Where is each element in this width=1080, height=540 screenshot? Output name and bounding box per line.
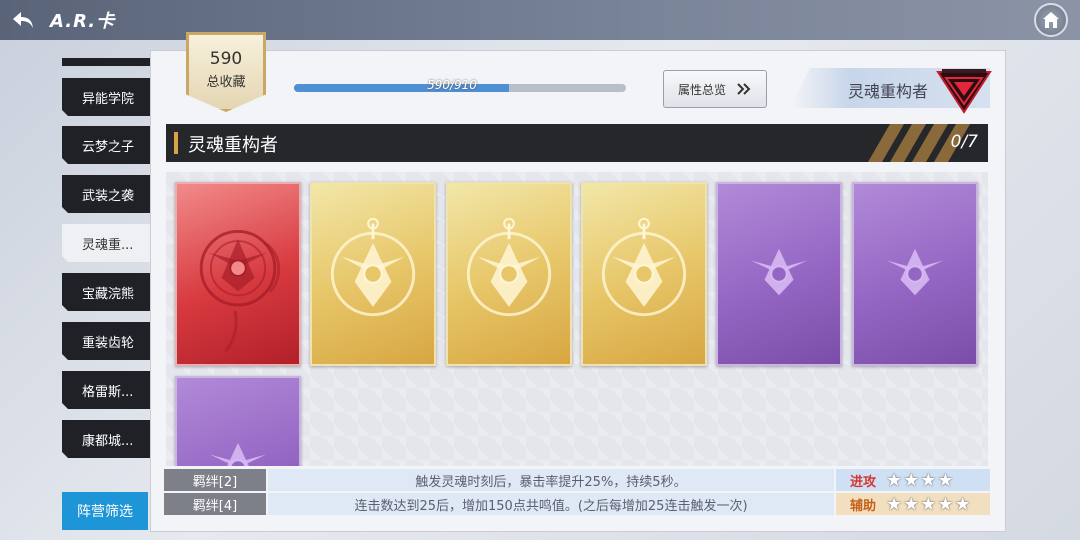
back-button[interactable] bbox=[8, 6, 38, 34]
collection-count: 590 bbox=[209, 49, 243, 69]
card-clip bbox=[166, 370, 316, 466]
card-slot-2[interactable] bbox=[310, 182, 436, 366]
top-bar: A.R.卡 bbox=[0, 0, 1080, 40]
attribute-overview-button[interactable]: 属性总览 bbox=[663, 70, 767, 108]
sidebar-item-armed[interactable]: 武装之袭 bbox=[62, 175, 150, 213]
soul-emblem-icon bbox=[601, 217, 687, 317]
home-button[interactable] bbox=[1034, 3, 1068, 37]
overview-label: 属性总览 bbox=[677, 82, 726, 97]
sidebar-item-treasure-raccoon[interactable]: 宝藏浣熊 bbox=[62, 273, 150, 311]
sidebar-item-label: 康都城... bbox=[82, 433, 134, 449]
bond-label: 羁绊[4] bbox=[164, 493, 266, 515]
soul-emblem-icon bbox=[466, 217, 552, 317]
star-rating: ★★★★ bbox=[886, 469, 955, 491]
sidebar-item-label: 宝藏浣熊 bbox=[82, 286, 135, 302]
card-slot-5[interactable] bbox=[716, 182, 842, 366]
sidebar-item-label: 格雷斯... bbox=[82, 384, 134, 400]
sidebar-item-kangdu[interactable]: 康都城... bbox=[62, 420, 150, 458]
sidebar-item-label: 云梦之子 bbox=[82, 139, 135, 155]
home-icon bbox=[1043, 12, 1059, 28]
faction-filter-button[interactable]: 阵营筛选 bbox=[62, 492, 148, 530]
sidebar-item-grays[interactable]: 格雷斯... bbox=[62, 371, 150, 409]
soul-emblem-icon bbox=[750, 248, 808, 296]
bond-row: 羁绊[2] 触发灵魂时刻后，暴击率提升25%，持续5秒。 进攻 ★★★★ bbox=[164, 469, 990, 491]
card-slot-6[interactable] bbox=[852, 182, 978, 366]
star-rating: ★★★★★ bbox=[886, 493, 972, 515]
collection-label: 总收藏 bbox=[206, 75, 246, 90]
faction-emblem-icon bbox=[936, 69, 992, 114]
card-slot-3[interactable] bbox=[446, 182, 572, 366]
sidebar-item-label: 异能学院 bbox=[82, 91, 135, 107]
double-chevron-right-icon bbox=[737, 83, 751, 95]
faction-name: 灵魂重构者 bbox=[848, 82, 929, 101]
sidebar-item-soul-reconstructor[interactable]: 灵魂重... bbox=[62, 224, 150, 262]
soul-emblem-icon bbox=[199, 229, 281, 353]
attack-label: 进攻 bbox=[850, 474, 877, 490]
sidebar-item-label: 灵魂重... bbox=[82, 237, 134, 253]
back-arrow-icon bbox=[13, 12, 33, 28]
sidebar-top-strip bbox=[62, 58, 150, 66]
app-title: A.R.卡 bbox=[50, 11, 116, 32]
bond-label: 羁绊[2] bbox=[164, 469, 266, 491]
sidebar-item-label: 重装齿轮 bbox=[82, 335, 135, 351]
section-count: 0/7 bbox=[950, 132, 978, 152]
section-title: 灵魂重构者 bbox=[188, 135, 278, 156]
sidebar-item-label: 武装之袭 bbox=[82, 188, 135, 204]
card-slot-1[interactable] bbox=[175, 182, 301, 366]
bond-row: 羁绊[4] 连击数达到25后，增加150点共鸣值。(之后每增加25连击触发一次)… bbox=[164, 493, 990, 515]
soul-emblem-icon bbox=[209, 442, 267, 466]
section-accent-bar bbox=[174, 132, 178, 154]
section-header: 灵魂重构者 0/7 bbox=[166, 124, 988, 162]
bond-description: 触发灵魂时刻后，暴击率提升25%，持续5秒。 bbox=[268, 469, 834, 491]
card-slot-7[interactable] bbox=[175, 376, 301, 466]
soul-emblem-icon bbox=[330, 217, 416, 317]
support-rating: 辅助 ★★★★★ bbox=[836, 493, 990, 515]
sidebar-item-yunmeng[interactable]: 云梦之子 bbox=[62, 126, 150, 164]
sidebar-item-heavy-gear[interactable]: 重装齿轮 bbox=[62, 322, 150, 360]
sidebar-item-academy[interactable]: 异能学院 bbox=[62, 78, 150, 116]
support-label: 辅助 bbox=[850, 498, 877, 514]
card-slot-4[interactable] bbox=[581, 182, 707, 366]
attack-rating: 进攻 ★★★★ bbox=[836, 469, 990, 491]
soul-emblem-icon bbox=[886, 248, 944, 296]
bond-description: 连击数达到25后，增加150点共鸣值。(之后每增加25连击触发一次) bbox=[268, 493, 834, 515]
progress-text: 590/910 bbox=[427, 78, 477, 92]
